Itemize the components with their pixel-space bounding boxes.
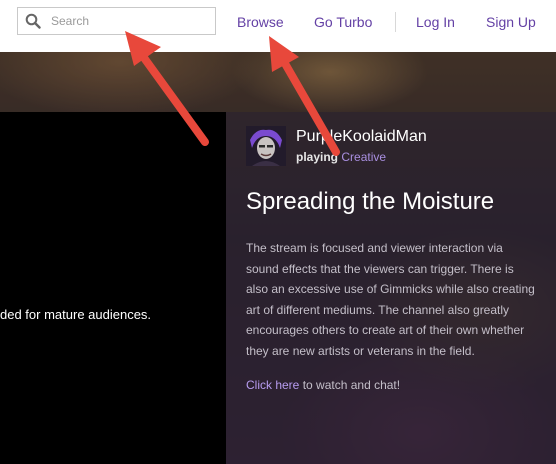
nav-log-in-link[interactable]: Log In bbox=[416, 14, 455, 30]
nav-sign-up-link[interactable]: Sign Up bbox=[486, 14, 536, 30]
stream-title: Spreading the Moisture bbox=[246, 188, 495, 215]
nav-browse-link[interactable]: Browse bbox=[237, 14, 284, 30]
game-link[interactable]: Creative bbox=[341, 150, 386, 164]
top-nav-bar: Browse Go Turbo Log In Sign Up bbox=[0, 0, 556, 52]
nav-divider bbox=[395, 12, 396, 32]
mature-content-warning: ded for mature audiences. bbox=[0, 307, 152, 322]
stream-description: The stream is focused and viewer interac… bbox=[246, 241, 535, 358]
search-input[interactable] bbox=[51, 12, 211, 30]
search-icon bbox=[25, 13, 41, 34]
video-player[interactable]: ded for mature audiences. bbox=[0, 112, 226, 464]
playing-label: playing bbox=[296, 150, 339, 164]
click-here-link[interactable]: Click here bbox=[246, 378, 299, 392]
channel-info-panel: PurpleKoolaidMan playing Creative Spread… bbox=[226, 112, 556, 464]
playing-line: playing Creative bbox=[296, 150, 386, 164]
channel-page: ded for mature audiences. PurpleKoolaidM… bbox=[0, 52, 556, 464]
channel-banner bbox=[0, 52, 556, 112]
cta-text: to watch and chat! bbox=[299, 378, 401, 392]
nav-go-turbo-link[interactable]: Go Turbo bbox=[314, 14, 372, 30]
search-box[interactable] bbox=[17, 7, 216, 35]
watch-chat-cta: Click here to watch and chat! bbox=[246, 378, 400, 392]
channel-avatar[interactable] bbox=[246, 126, 286, 166]
channel-name-link[interactable]: PurpleKoolaidMan bbox=[296, 128, 427, 146]
